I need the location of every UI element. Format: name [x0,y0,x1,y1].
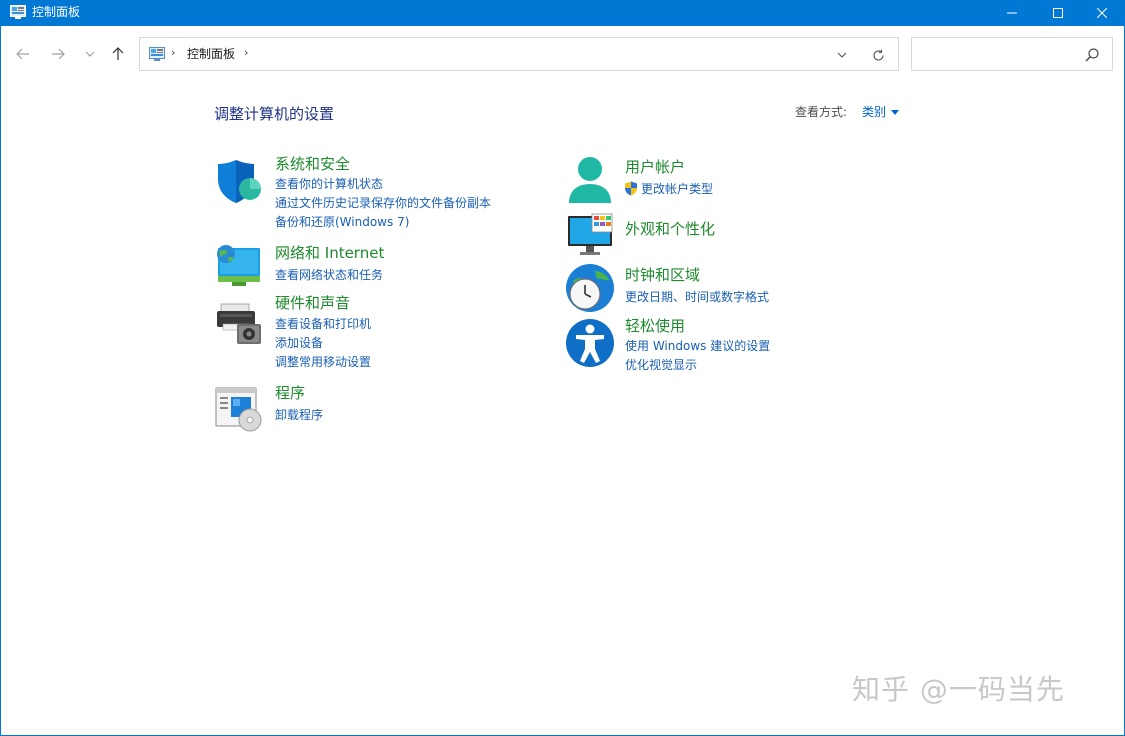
forward-button[interactable] [46,42,70,66]
window-title: 控制面板 [32,5,81,19]
link-add-device[interactable]: 添加设备 [275,335,323,351]
category-title-ease-of-access[interactable]: 轻松使用 [625,316,685,336]
user-icon[interactable] [565,155,615,205]
address-history-button[interactable] [832,46,852,64]
caret-down-icon [891,109,900,115]
network-icon[interactable] [214,242,264,292]
category-title-clock-region[interactable]: 时钟和区域 [625,265,700,285]
link-view-computer-status[interactable]: 查看你的计算机状态 [275,176,383,192]
link-date-time-format[interactable]: 更改日期、时间或数字格式 [625,289,769,305]
link-network-status[interactable]: 查看网络状态和任务 [275,267,383,283]
back-button[interactable] [11,42,35,66]
link-recommended-settings[interactable]: 使用 Windows 建议的设置 [625,338,770,354]
link-file-history-backup[interactable]: 通过文件历史记录保存你的文件备份副本 [275,195,491,211]
category-title-system-security[interactable]: 系统和安全 [275,154,350,174]
control-panel-icon [10,5,26,19]
link-uninstall-program[interactable]: 卸载程序 [275,407,323,423]
refresh-icon [872,49,884,61]
printer-icon[interactable] [215,300,265,350]
arrow-left-icon [16,48,29,60]
breadcrumb-control-panel[interactable]: 控制面板 [187,46,235,62]
breadcrumb-separator[interactable]: › [244,46,248,59]
uac-shield-icon [625,181,637,196]
search-icon[interactable] [1084,47,1100,63]
recent-locations-button[interactable] [78,42,102,66]
clock-globe-icon[interactable] [565,263,615,313]
close-button[interactable] [1079,0,1125,26]
view-by-value[interactable]: 类别 [862,104,886,120]
refresh-button[interactable] [868,46,888,64]
category-title-hardware-sound[interactable]: 硬件和声音 [275,293,350,313]
view-by-dropdown[interactable]: 类别 [862,104,900,120]
monitor-icon[interactable] [566,212,616,262]
control-panel-icon [149,47,165,61]
accessibility-icon[interactable] [565,318,615,368]
title-bar: 控制面板 [0,0,1125,26]
category-title-network-internet[interactable]: 网络和 Internet [275,243,384,263]
category-title-appearance[interactable]: 外观和个性化 [625,219,715,239]
link-backup-restore[interactable]: 备份和还原(Windows 7) [275,214,409,230]
link-devices-printers[interactable]: 查看设备和打印机 [275,316,371,332]
chevron-down-icon [85,51,95,57]
close-icon [1097,8,1107,18]
minimize-icon [1007,12,1017,14]
chevron-down-icon [837,52,847,58]
category-title-programs[interactable]: 程序 [275,383,305,403]
maximize-button[interactable] [1035,0,1081,26]
arrow-right-icon [52,48,65,60]
arrow-up-icon [112,47,124,60]
search-box[interactable] [911,37,1113,71]
address-bar[interactable]: › 控制面板 › [139,37,899,71]
minimize-button[interactable] [989,0,1035,26]
view-by-label: 查看方式: [795,105,848,119]
up-button[interactable] [106,42,130,66]
watermark-text: 知乎 @一码当先 [852,673,1065,706]
shield-icon[interactable] [215,157,265,207]
category-title-user-accounts[interactable]: 用户帐户 [625,157,685,177]
link-optimize-visual-display[interactable]: 优化视觉显示 [625,357,697,373]
page-title: 调整计算机的设置 [214,105,335,123]
link-change-account-type[interactable]: 更改帐户类型 [641,181,713,197]
programs-icon[interactable] [214,384,264,434]
breadcrumb-separator[interactable]: › [171,46,175,59]
maximize-icon [1053,8,1063,18]
window-frame [0,26,1125,736]
link-mobility-settings[interactable]: 调整常用移动设置 [275,354,371,370]
